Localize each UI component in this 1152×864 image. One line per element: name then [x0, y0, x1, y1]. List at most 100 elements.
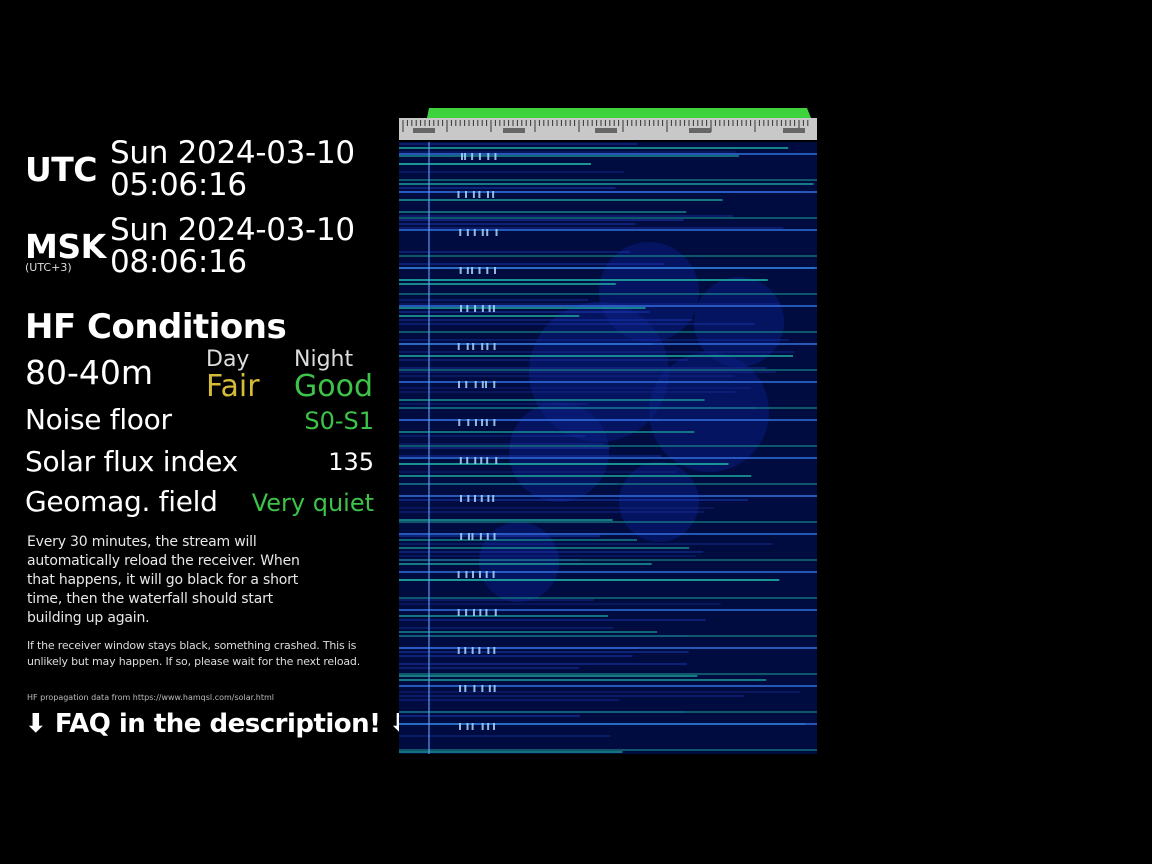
signal-dot — [457, 571, 460, 578]
signal-dot — [493, 343, 496, 350]
signal-dot — [473, 495, 476, 502]
signal-dot — [486, 267, 489, 274]
signal-dot — [492, 305, 495, 312]
signal-dot — [465, 571, 468, 578]
signal-dot — [467, 495, 470, 502]
signal-dot — [485, 609, 488, 616]
noise-glow — [619, 462, 699, 542]
signal-dot — [492, 723, 495, 730]
signal-dot — [467, 533, 470, 540]
signal-dot — [459, 723, 462, 730]
signal-dot — [481, 343, 484, 350]
signal-dot — [480, 495, 483, 502]
signal-dot — [460, 305, 463, 312]
signal-dot — [485, 419, 488, 426]
signal-dot — [457, 647, 460, 654]
signal-dot — [481, 685, 484, 692]
signal-dot — [474, 305, 477, 312]
signal-dot — [471, 723, 474, 730]
noise-glow — [599, 242, 699, 342]
signal-dot — [474, 457, 477, 464]
frequency-scale[interactable] — [399, 108, 817, 142]
signal-dot — [485, 381, 488, 388]
signal-dot — [471, 153, 474, 160]
passband-indicator — [427, 108, 811, 118]
waterfall-display[interactable] — [399, 108, 817, 754]
faq-callout: ⬇ FAQ in the description! ⬇ — [25, 709, 411, 739]
signal-dot — [480, 457, 483, 464]
signal-dot — [465, 381, 468, 388]
signal-dot — [465, 609, 468, 616]
signal-dot — [457, 343, 460, 350]
solar-flux-value: 135 — [328, 448, 374, 476]
signal-dot — [459, 685, 462, 692]
signal-dot — [471, 533, 474, 540]
signal-dot — [495, 457, 498, 464]
signal-dot — [486, 533, 489, 540]
signal-dot — [479, 533, 482, 540]
signal-dot — [474, 381, 477, 388]
signal-dot — [486, 343, 489, 350]
signal-dot — [494, 609, 497, 616]
day-condition: Fair — [206, 369, 260, 404]
signal-dot — [493, 381, 496, 388]
signal-dot — [472, 609, 475, 616]
signal-dot — [488, 305, 491, 312]
signal-dot — [487, 153, 490, 160]
signal-dot — [465, 191, 468, 198]
signal-dot — [488, 685, 491, 692]
noise-glow — [694, 277, 784, 367]
signal-dot — [457, 609, 460, 616]
signal-dot — [492, 495, 495, 502]
utc-label: UTC — [25, 150, 98, 189]
signal-dot — [487, 723, 490, 730]
signal-dot — [459, 267, 462, 274]
scale-label-blur — [595, 128, 617, 133]
utc-time: 05:06:16 — [110, 167, 247, 203]
signal-dot — [487, 647, 490, 654]
signal-dot — [493, 419, 496, 426]
msk-time: 08:06:16 — [110, 244, 247, 280]
reload-info-text: Every 30 minutes, the stream will automa… — [27, 534, 300, 626]
data-source-text: HF propagation data from https://www.ham… — [27, 693, 274, 702]
signal-dot — [481, 229, 484, 236]
signal-dot — [486, 457, 489, 464]
signal-dot — [478, 153, 481, 160]
signal-dot — [481, 723, 484, 730]
signal-dot — [473, 229, 476, 236]
signal-dot — [458, 419, 461, 426]
signal-dot — [464, 685, 467, 692]
signal-dot — [459, 229, 462, 236]
geomag-value: Very quiet — [251, 489, 374, 517]
solar-flux-label: Solar flux index — [25, 445, 238, 478]
signal-dot — [466, 457, 469, 464]
band-label: 80-40m — [25, 353, 154, 392]
signal-dot — [493, 647, 496, 654]
msk-offset: (UTC+3) — [25, 261, 72, 274]
signal-dot — [492, 191, 495, 198]
msk-date: Sun 2024-03-10 — [110, 212, 355, 248]
signal-dot — [493, 533, 496, 540]
signal-dot — [481, 419, 484, 426]
signal-dot — [478, 191, 481, 198]
scale-label-blur — [413, 128, 435, 133]
signal-dot — [492, 571, 495, 578]
signal-dot — [466, 229, 469, 236]
signal-dot — [495, 229, 498, 236]
signal-dot — [481, 305, 484, 312]
signal-dot — [464, 153, 467, 160]
waterfall-spectrogram[interactable] — [399, 142, 817, 754]
signal-dot — [479, 609, 482, 616]
signal-dot — [466, 267, 469, 274]
signal-dot — [494, 267, 497, 274]
signal-dot — [464, 647, 467, 654]
noise-glow — [509, 402, 609, 502]
noise-floor-value: S0-S1 — [304, 407, 374, 435]
signal-dot — [457, 381, 460, 388]
signal-dot — [494, 153, 497, 160]
signal-dot — [460, 533, 463, 540]
geomag-label: Geomag. field — [25, 485, 218, 518]
signal-dot — [460, 495, 463, 502]
signal-dot — [459, 457, 462, 464]
signal-dot — [481, 381, 484, 388]
